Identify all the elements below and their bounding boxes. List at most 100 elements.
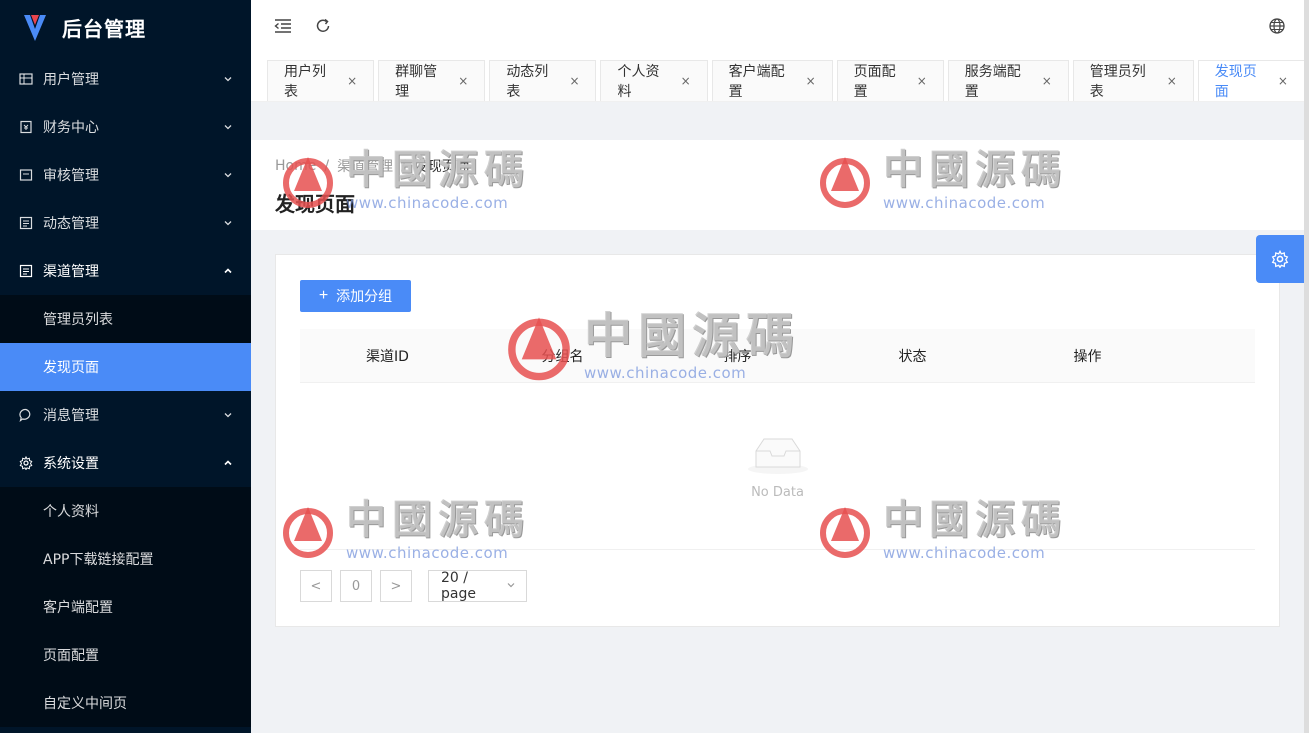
close-icon[interactable]: ×	[458, 74, 468, 88]
sidebar-item-user-management[interactable]: 用户管理	[0, 55, 251, 103]
tab-client-config[interactable]: 客户端配置 ×	[711, 60, 833, 101]
tab-bar: 用户列表 × 群聊管理 × 动态列表 × 个人资料 × 客户端配置 × 页面配置 × 服务端…	[251, 52, 1309, 102]
sidebar-subitem-client-config[interactable]: 客户端配置	[0, 583, 251, 631]
list-icon	[19, 264, 33, 278]
globe-icon[interactable]	[1267, 16, 1287, 36]
column-header-channel-id: 渠道ID	[366, 348, 409, 365]
gear-icon	[19, 456, 33, 470]
message-icon	[19, 408, 33, 422]
tab-user-list[interactable]: 用户列表 ×	[267, 60, 375, 101]
sidebar-item-label: 消息管理	[43, 408, 99, 424]
close-icon[interactable]: ×	[347, 74, 357, 88]
sidebar-item-audit[interactable]: 审核管理	[0, 151, 251, 199]
breadcrumb-separator: /	[401, 158, 406, 174]
empty-state: No Data	[300, 383, 1255, 550]
add-group-button[interactable]: + 添加分组	[300, 280, 411, 312]
close-icon[interactable]: ×	[917, 74, 927, 88]
close-icon[interactable]: ×	[1042, 74, 1052, 88]
chevron-down-icon	[223, 410, 233, 420]
sidebar-item-label: 系统设置	[43, 456, 99, 472]
sidebar-menu: 用户管理 财务中心 审核管理 动态管理 渠道管理 管理员列表 发现页面 消息管理…	[0, 55, 251, 727]
chevron-up-icon	[223, 266, 233, 276]
empty-text: No Data	[751, 484, 804, 500]
table-header: 渠道ID 分组名 排序 状态 操作	[300, 329, 1255, 383]
submenu-channels: 管理员列表 发现页面	[0, 295, 251, 391]
tab-label: 发现页面	[1214, 64, 1257, 100]
tab-server-config[interactable]: 服务端配置 ×	[947, 60, 1069, 101]
tab-moments-list[interactable]: 动态列表 ×	[489, 60, 597, 101]
top-header	[251, 0, 1309, 52]
tab-group-chat[interactable]: 群聊管理 ×	[378, 60, 486, 101]
page-header: Home / 渠道管理 / 发现页面 发现页面	[251, 140, 1309, 230]
audit-icon	[19, 168, 33, 182]
tab-label: 用户列表	[284, 64, 326, 100]
close-icon[interactable]: ×	[806, 74, 816, 88]
chevron-down-icon	[223, 218, 233, 228]
column-header-actions: 操作	[1073, 348, 1102, 365]
breadcrumb-current: 发现页面	[413, 159, 470, 175]
sidebar-subitem-page-config[interactable]: 页面配置	[0, 631, 251, 679]
breadcrumb-home[interactable]: Home	[275, 158, 316, 174]
tab-label: 管理员列表	[1089, 64, 1146, 100]
breadcrumb-parent[interactable]: 渠道管理	[337, 156, 393, 176]
sidebar-item-messages[interactable]: 消息管理	[0, 391, 251, 439]
close-icon[interactable]: ×	[1167, 74, 1177, 88]
add-group-label: 添加分组	[336, 288, 393, 304]
refresh-icon[interactable]	[313, 16, 333, 36]
sidebar-item-moments[interactable]: 动态管理	[0, 199, 251, 247]
tab-profile[interactable]: 个人资料 ×	[600, 60, 708, 101]
sidebar-item-channels[interactable]: 渠道管理	[0, 247, 251, 295]
logo-v-icon	[24, 14, 46, 41]
submenu-system-settings: 个人资料 APP下载链接配置 客户端配置 页面配置 自定义中间页	[0, 487, 251, 727]
chevron-down-icon	[223, 170, 233, 180]
sidebar: 后台管理 用户管理 财务中心 审核管理 动态管理 渠道管理 管理员列表 发现页面…	[0, 0, 251, 733]
chevron-down-icon	[223, 122, 233, 132]
sidebar-subitem-discover-page[interactable]: 发现页面	[0, 343, 251, 391]
tab-label: 服务端配置	[964, 64, 1021, 100]
column-header-group-name: 分组名	[541, 348, 584, 365]
sidebar-item-label: 财务中心	[43, 120, 99, 136]
settings-drawer-button[interactable]	[1256, 235, 1304, 283]
sidebar-item-label: 渠道管理	[43, 264, 99, 280]
collapse-menu-icon[interactable]	[273, 16, 293, 36]
chevron-down-icon	[506, 578, 516, 594]
tab-page-config[interactable]: 页面配置 ×	[836, 60, 944, 101]
breadcrumb: Home / 渠道管理 / 发现页面	[275, 156, 1285, 176]
tab-label: 群聊管理	[395, 64, 438, 100]
column-header-sort: 排序	[723, 348, 752, 365]
sidebar-item-finance[interactable]: 财务中心	[0, 103, 251, 151]
chevron-up-icon	[223, 458, 233, 468]
vertical-scrollbar[interactable]	[1304, 0, 1309, 733]
page-size-value: 20 / page	[441, 570, 476, 602]
page-number[interactable]: 0	[340, 570, 372, 602]
close-icon[interactable]: ×	[681, 74, 691, 88]
logo[interactable]: 后台管理	[0, 0, 251, 55]
content-card: + 添加分组 渠道ID 分组名 排序 状态 操作 No Data < 0 > 2…	[275, 254, 1280, 627]
sidebar-subitem-profile[interactable]: 个人资料	[0, 487, 251, 535]
sidebar-item-label: 动态管理	[43, 216, 99, 232]
prev-page-button[interactable]: <	[300, 570, 332, 602]
empty-inbox-icon	[747, 438, 808, 474]
sidebar-subitem-admin-list[interactable]: 管理员列表	[0, 295, 251, 343]
pagination: < 0 > 20 / page	[300, 570, 1255, 602]
page-size-select[interactable]: 20 / page	[428, 570, 527, 602]
next-page-button[interactable]: >	[380, 570, 412, 602]
list-icon	[19, 216, 33, 230]
tab-admin-list[interactable]: 管理员列表 ×	[1072, 60, 1194, 101]
sidebar-subitem-app-download-config[interactable]: APP下载链接配置	[0, 535, 251, 583]
tab-label: 个人资料	[617, 64, 660, 100]
tab-label: 动态列表	[506, 64, 549, 100]
sidebar-item-system-settings[interactable]: 系统设置	[0, 439, 251, 487]
tab-label: 客户端配置	[728, 64, 785, 100]
tab-label: 页面配置	[853, 64, 896, 100]
sidebar-item-label: 审核管理	[43, 168, 99, 184]
tab-discover-page[interactable]: 发现页面 ×	[1197, 60, 1305, 101]
chevron-down-icon	[223, 74, 233, 84]
close-icon[interactable]: ×	[1278, 74, 1288, 88]
data-table: 渠道ID 分组名 排序 状态 操作 No Data	[300, 329, 1255, 550]
receipt-icon	[19, 120, 33, 134]
close-icon[interactable]: ×	[569, 74, 579, 88]
sidebar-subitem-custom-middle-page[interactable]: 自定义中间页	[0, 679, 251, 727]
gear-icon	[1271, 250, 1289, 268]
table-icon	[19, 72, 33, 86]
